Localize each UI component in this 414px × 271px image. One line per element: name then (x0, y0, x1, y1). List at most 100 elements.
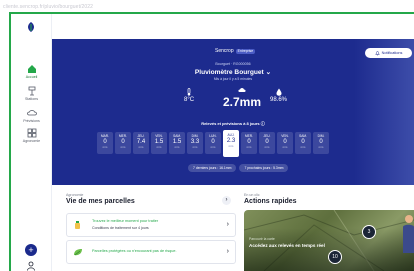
chevron-right-icon: › (226, 248, 229, 255)
browser-url[interactable]: cliente.sencrop.fr/pluvio/bourguet/2022 (3, 2, 93, 12)
station-status: Mis à jour il y a 5 minutes (213, 77, 253, 81)
map-card-kicker: Parcourir la carte (249, 237, 275, 241)
person-illustration-icon (403, 215, 414, 253)
cloud-icon (238, 88, 246, 92)
map-cluster-badge[interactable]: 3 (362, 225, 376, 239)
day-tile[interactable]: MAR. 0 mm (97, 132, 113, 154)
parcels-kicker: Agronomie (66, 193, 84, 197)
forecast-icon (26, 110, 37, 116)
daily-rain-list: MAR. 0 mm MER. 0 mm JEU. 7.4 mm VEN. 1.5 mm SAM.… (97, 130, 329, 157)
sidebar-item-agronomy[interactable]: Agronomie (11, 128, 52, 143)
hero-shade (354, 39, 414, 185)
rain-value: 2.7mm (223, 95, 262, 109)
sidebar-item-stations[interactable]: Stations (11, 86, 52, 101)
day-name: LUN. (209, 134, 217, 138)
station-hero-panel: Sencrop Entreprise Notifications Bourgue… (52, 39, 414, 185)
day-name: DIM. (317, 134, 325, 138)
chevron-right-icon: › (226, 221, 229, 228)
day-name: MAR. (101, 134, 109, 138)
sidebar-item-label: Accueil (25, 75, 38, 79)
temperature-block: 8°C (184, 88, 194, 103)
station-icon (28, 86, 35, 96)
brand: Sencrop Entreprise (215, 48, 256, 54)
sidebar-item-home[interactable]: Accueil (11, 64, 52, 79)
day-unit: mm (102, 145, 108, 149)
day-name: MER. (119, 134, 127, 138)
humidity-block: 98.6% (270, 88, 287, 103)
map-cluster-badge[interactable]: 10 (328, 250, 342, 264)
day-tile[interactable]: SAM. 1.5 mm (169, 132, 185, 154)
parcels-arrow-button[interactable]: › (222, 196, 231, 205)
day-tile[interactable]: MER. 0 mm (241, 132, 257, 154)
leaves-icon (74, 249, 82, 256)
day-name: MER. (245, 134, 253, 138)
temperature-value: 8°C (184, 97, 195, 103)
treatment-card-title: Trouvez le meilleur moment pour traiter (92, 219, 159, 223)
day-tile[interactable]: JEU. 0 mm (259, 132, 275, 154)
day-unit: mm (300, 145, 306, 149)
day-name: VEN. (155, 134, 163, 138)
parcels-title: Vie de mes parcelles (66, 198, 135, 205)
notifications-button[interactable]: Notifications (365, 48, 412, 58)
rain-totals: 7 derniers jours : 16.1mm 7 prochains jo… (188, 164, 289, 172)
sprayer-icon (75, 221, 80, 229)
app-screen: cliente.sencrop.fr/pluvio/bourguet/2022 … (0, 0, 414, 271)
add-button[interactable]: + (25, 244, 37, 256)
actions-kicker: En un clic (244, 193, 260, 197)
map-quick-action-card[interactable]: 3 10 Parcourir la carte Accédez aux rele… (244, 210, 414, 271)
rain-forecast-title: Relevés et prévisions à 8 jours ⓘ (52, 121, 414, 127)
day-name: AUJ. (227, 133, 235, 137)
day-unit: mm (264, 145, 270, 149)
chevron-down-icon: ⌄ (265, 69, 272, 76)
protected-parcels-card[interactable]: Parcelles protégées ou n'encourant pas d… (66, 240, 236, 264)
day-unit: mm (210, 145, 216, 149)
day-unit: mm (156, 145, 162, 149)
day-unit: mm (282, 145, 288, 149)
total-future-pill: 7 prochains jours : 5.3mm (239, 164, 289, 172)
total-past-pill: 7 derniers jours : 16.1mm (188, 164, 237, 172)
sencrop-logo-icon (28, 22, 34, 32)
day-unit: mm (120, 145, 126, 149)
day-name: JEU. (137, 134, 145, 138)
protected-card-title: Parcelles protégées ou n'encourant pas d… (92, 249, 177, 253)
station-name: Pluviomètre Bourguet (194, 69, 264, 76)
brand-badge: Entreprise (235, 48, 256, 54)
station-name-select[interactable]: Pluviomètre Bourguet ⌄ (52, 68, 414, 76)
sidebar-item-label: Prévisions (23, 119, 40, 123)
treatment-card[interactable]: Trouvez le meilleur moment pour traiter … (66, 213, 236, 237)
day-name: DIM. (191, 134, 199, 138)
day-tile[interactable]: LUN. 0 mm (205, 132, 221, 154)
agronomy-icon (27, 128, 36, 138)
parcels-header: Agronomie Vie de mes parcelles (66, 193, 135, 205)
day-unit: mm (228, 144, 234, 148)
user-icon[interactable] (26, 261, 36, 271)
day-tile[interactable]: JEU. 7.4 mm (133, 132, 149, 154)
day-tile[interactable]: VEN. 0 mm (277, 132, 293, 154)
humidity-value: 98.6% (270, 97, 288, 103)
actions-title: Actions rapides (244, 198, 297, 205)
day-name: JEU. (263, 134, 271, 138)
day-name: SAM. (173, 134, 181, 138)
day-name: SAM. (299, 134, 307, 138)
day-tile[interactable]: MER. 0 mm (115, 132, 131, 154)
sidebar-item-forecast[interactable]: Prévisions (11, 108, 52, 123)
day-tile[interactable]: DIM. 3.3 mm (187, 132, 203, 154)
day-tile[interactable]: VEN. 1.5 mm (151, 132, 167, 154)
home-icon (27, 65, 36, 73)
notifications-label: Notifications (381, 51, 403, 55)
droplet-icon (276, 88, 281, 96)
sidebar: Accueil Stations Prévisions Agronomie + (11, 14, 52, 271)
day-unit: mm (174, 145, 180, 149)
rain-block: 2.7mm (223, 86, 261, 109)
day-unit: mm (192, 145, 198, 149)
day-tile[interactable]: SAM. 0 mm (295, 132, 311, 154)
sidebar-item-label: Agronomie (22, 139, 41, 143)
treatment-card-text: Conditions de traitement sur 4 jours (92, 226, 149, 230)
day-tile-today[interactable]: AUJ. 2.3 mm (223, 130, 239, 157)
thermometer-icon (187, 88, 191, 96)
bell-icon (375, 50, 380, 55)
day-tile[interactable]: DIM. 0 mm (313, 132, 329, 154)
day-unit: mm (246, 145, 252, 149)
station-id: Bourguet · RG000056 (215, 62, 251, 66)
info-icon[interactable]: ⓘ (261, 121, 265, 126)
